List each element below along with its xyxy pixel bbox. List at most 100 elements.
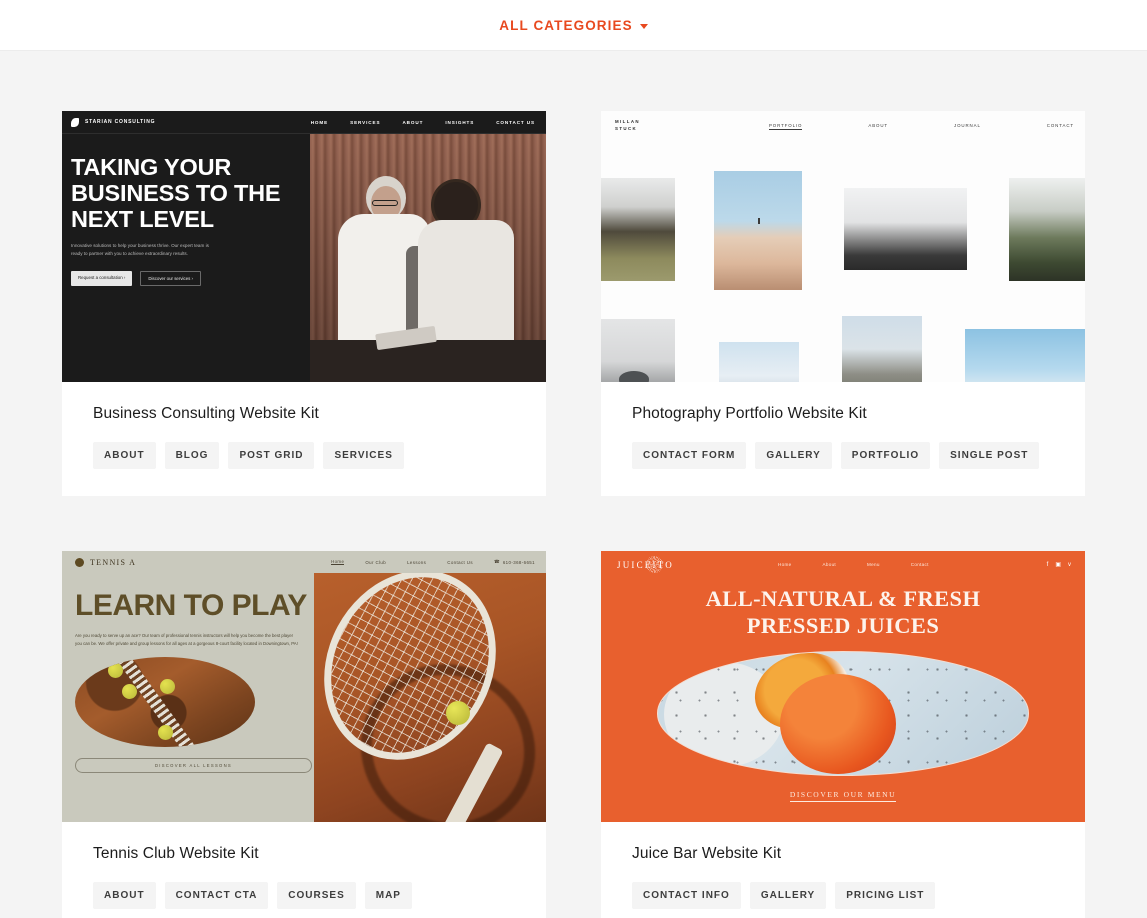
preview-logo: JUICEITO <box>617 555 674 573</box>
preview-hero-photo <box>310 134 546 382</box>
preview-logo-text: TENNIS A <box>90 557 137 567</box>
tag-item[interactable]: BLOG <box>164 442 220 469</box>
kit-grid: STARIAN CONSULTING HOME SERVICES ABOUT I… <box>0 51 1147 918</box>
kit-card-photography-portfolio[interactable]: MILLAN STUCK PORTFOLIO ABOUT JOURNAL CON… <box>601 111 1085 496</box>
preview-thumbnail[interactable]: MILLAN STUCK PORTFOLIO ABOUT JOURNAL CON… <box>601 111 1085 382</box>
tennis-ball-icon <box>108 663 123 679</box>
card-title: Juice Bar Website Kit <box>632 845 782 862</box>
photo-tile <box>714 171 802 290</box>
kit-card-juice-bar[interactable]: JUICEITO Home About Menu Contact f ▣ ᴠ <box>601 551 1085 918</box>
tag-item[interactable]: PRICING LIST <box>835 882 936 909</box>
preview-hero-photo <box>314 573 546 822</box>
preview-nav-item: About <box>822 562 837 567</box>
preview-hero-photo <box>657 651 1029 777</box>
sunburst-icon <box>646 555 663 573</box>
tag-item[interactable]: ABOUT <box>93 882 156 909</box>
preview-nav-item: CONTACT US <box>496 119 535 125</box>
photo-tile <box>842 316 922 382</box>
preview-thumbnail[interactable]: TENNIS A Home Our Club Lessons Contact U… <box>62 551 546 822</box>
tag-item[interactable]: SERVICES <box>323 442 404 469</box>
card-title: Business Consulting Website Kit <box>93 405 319 422</box>
preview-nav-item: SERVICES <box>350 119 381 125</box>
preview-headline-line1: ALL-NATURAL & FRESH <box>705 586 981 611</box>
photo-desk <box>310 340 546 382</box>
tag-item[interactable]: CONTACT INFO <box>632 882 741 909</box>
preview-phone: ☎ 610-368-6651 <box>494 559 535 565</box>
tag-list: CONTACT FORM GALLERY PORTFOLIO SINGLE PO… <box>632 442 1054 469</box>
preview-primary-button: Request a consultation › <box>71 271 133 287</box>
tag-item[interactable]: GALLERY <box>749 882 827 909</box>
preview-body-text: Innovative solutions to help your busine… <box>71 243 209 257</box>
preview-nav-item: Lessons <box>407 559 427 565</box>
photo-tile <box>844 188 967 270</box>
preview-nav-item: HOME <box>310 119 329 125</box>
tag-item[interactable]: GALLERY <box>755 442 832 469</box>
preview-logo: TENNIS A <box>75 557 137 567</box>
preview-nav-item: Home <box>778 562 792 567</box>
preview-headline: LEARN TO PLAY <box>75 589 307 622</box>
leaf-icon <box>71 117 79 127</box>
preview-logo: MILLAN STUCK <box>615 119 640 132</box>
tag-list: ABOUT BLOG POST GRID SERVICES <box>93 442 515 469</box>
tag-item[interactable]: ABOUT <box>93 442 156 469</box>
all-categories-dropdown[interactable]: ALL CATEGORIES <box>499 17 648 33</box>
facebook-icon: f <box>1046 561 1049 568</box>
tennis-ball-icon <box>158 725 173 741</box>
photo-tile <box>601 319 675 382</box>
card-title: Tennis Club Website Kit <box>93 845 259 862</box>
preview-headline-line2: PRESSED JUICES <box>746 612 940 638</box>
preview-photo-grid <box>601 141 1085 382</box>
preview-nav-item: Our Club <box>365 559 387 565</box>
preview-nav-item-active: PORTFOLIO <box>768 122 803 130</box>
preview-cta-button: DISCOVER ALL LESSONS <box>75 758 312 774</box>
preview-navbar: JUICEITO Home About Menu Contact f ▣ ᴠ <box>601 551 1085 578</box>
tag-list: ABOUT CONTACT CTA COURSES MAP <box>93 882 515 909</box>
tag-item[interactable]: CONTACT CTA <box>164 882 269 909</box>
preview-phone-number: 610-368-6651 <box>502 559 535 565</box>
photo-tile <box>601 178 675 281</box>
preview-nav-item: ABOUT <box>402 119 424 125</box>
card-title: Photography Portfolio Website Kit <box>632 405 867 422</box>
tennis-ball-icon <box>160 679 175 695</box>
preview-nav-item: JOURNAL <box>954 122 981 128</box>
preview-nav-item: Contact <box>910 562 929 567</box>
preview-nav-item: Menu <box>867 562 880 567</box>
preview-cta-link: DISCOVER OUR MENU <box>789 790 897 803</box>
chevron-down-icon <box>639 23 648 29</box>
tag-item[interactable]: COURSES <box>277 882 356 909</box>
preview-nav-links: Home About Menu Contact <box>778 562 929 567</box>
preview-nav-links: HOME SERVICES ABOUT INSIGHTS CONTACT US <box>311 120 535 125</box>
kit-card-tennis-club[interactable]: TENNIS A Home Our Club Lessons Contact U… <box>62 551 546 918</box>
glasses-icon <box>372 200 398 206</box>
preview-headline: ALL-NATURAL & FRESH PRESSED JUICES <box>601 586 1085 639</box>
circle-icon <box>75 557 84 567</box>
preview-nav-links: PORTFOLIO ABOUT JOURNAL CONTACT <box>768 122 1074 130</box>
tag-item[interactable]: PORTFOLIO <box>840 442 931 469</box>
preview-thumbnail[interactable]: JUICEITO Home About Menu Contact f ▣ ᴠ <box>601 551 1085 822</box>
preview-inline-photo <box>75 657 255 748</box>
tag-item[interactable]: SINGLE POST <box>939 442 1040 469</box>
tag-item[interactable]: MAP <box>364 882 412 909</box>
photo-tile <box>1009 178 1085 281</box>
orange-fruit-icon <box>780 674 896 775</box>
preview-hero: TAKING YOUR BUSINESS TO THE NEXT LEVEL I… <box>62 134 546 382</box>
preview-nav-item: ABOUT <box>868 122 888 128</box>
preview-social-links: f ▣ ᴠ <box>1046 561 1071 569</box>
tennis-ball-icon <box>122 684 137 700</box>
preview-logo: STARIAN CONSULTING <box>71 117 155 127</box>
preview-nav-item: INSIGHTS <box>445 119 475 125</box>
preview-navbar: TENNIS A Home Our Club Lessons Contact U… <box>62 551 546 573</box>
all-categories-label: ALL CATEGORIES <box>499 17 633 33</box>
photo-tile <box>965 329 1085 382</box>
tag-item[interactable]: POST GRID <box>228 442 315 469</box>
preview-nav-item: Contact Us <box>447 559 473 565</box>
tag-item[interactable]: CONTACT FORM <box>632 442 747 469</box>
preview-thumbnail[interactable]: STARIAN CONSULTING HOME SERVICES ABOUT I… <box>62 111 546 382</box>
preview-logo-line2: STUCK <box>615 126 638 131</box>
instagram-icon: ▣ <box>1055 562 1061 568</box>
card-body: Business Consulting Website Kit ABOUT BL… <box>62 382 546 496</box>
card-body: Juice Bar Website Kit CONTACT INFO GALLE… <box>601 822 1085 918</box>
preview-body-text: Are you ready to serve up an ace? Our te… <box>75 632 298 646</box>
kit-card-business-consulting[interactable]: STARIAN CONSULTING HOME SERVICES ABOUT I… <box>62 111 546 496</box>
preview-navbar: STARIAN CONSULTING HOME SERVICES ABOUT I… <box>62 111 546 134</box>
